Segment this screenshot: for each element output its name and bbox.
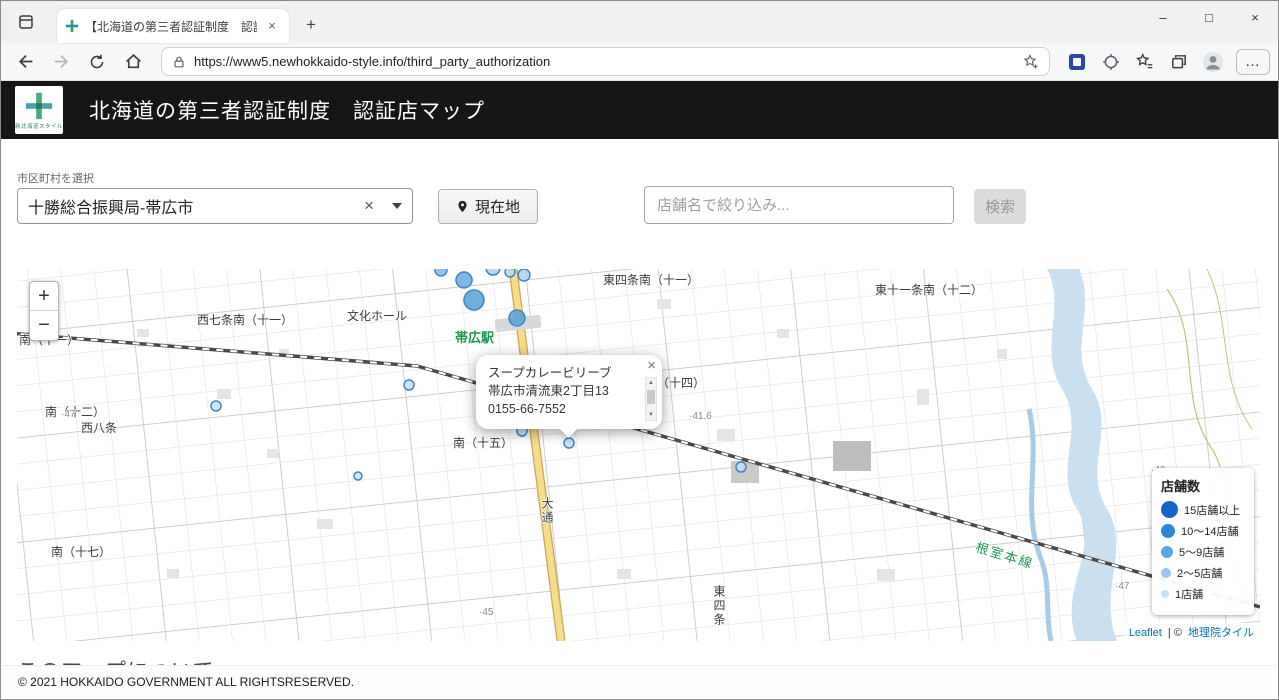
store-marker[interactable] bbox=[517, 269, 531, 282]
legend-title: 店舗数 bbox=[1161, 479, 1201, 494]
location-pin-icon bbox=[458, 200, 467, 213]
store-count-legend: 店舗数 15店舗以上 10〜14店舗 5〜9店舗 2〜5店舗 1店舗 bbox=[1152, 468, 1254, 615]
zoom-out-button[interactable]: − bbox=[30, 311, 58, 340]
store-marker[interactable] bbox=[210, 400, 222, 412]
new-tab-button[interactable]: + bbox=[299, 13, 323, 37]
legend-dot-icon bbox=[1161, 590, 1169, 598]
popup-store-name: スープカレービリーブ bbox=[488, 366, 612, 380]
url-text: https://www5.newhokkaido-style.info/thir… bbox=[194, 54, 551, 69]
store-marker[interactable] bbox=[563, 437, 575, 449]
forward-icon[interactable] bbox=[45, 47, 77, 77]
store-marker[interactable] bbox=[504, 269, 516, 278]
collections-icon[interactable] bbox=[1164, 47, 1194, 77]
store-marker[interactable] bbox=[403, 379, 415, 391]
legend-label: 2〜5店舗 bbox=[1177, 568, 1223, 580]
store-marker[interactable] bbox=[463, 289, 485, 311]
legend-label: 5〜9店舗 bbox=[1179, 547, 1225, 559]
map-tile-layer bbox=[17, 269, 1260, 641]
add-favorite-icon[interactable] bbox=[1023, 53, 1039, 70]
tab-actions-icon[interactable] bbox=[15, 12, 37, 32]
popup-close-icon[interactable]: × bbox=[647, 358, 656, 373]
store-marker[interactable] bbox=[508, 309, 526, 327]
municipality-select-group: 市区町村を選択 十勝総合振興局-帯広市 × bbox=[17, 170, 413, 224]
popup-scrollbar[interactable]: ▲ ▼ bbox=[645, 377, 657, 421]
extension-gray-icon[interactable] bbox=[1096, 47, 1126, 77]
municipality-select-label: 市区町村を選択 bbox=[17, 173, 94, 185]
browser-tab[interactable]: 【北海道の第三者認証制度 認証 × bbox=[57, 9, 289, 43]
tab-title: 【北海道の第三者認証制度 認証 bbox=[85, 19, 257, 34]
legend-item: 5〜9店舗 bbox=[1161, 544, 1245, 560]
page-title: 北海道の第三者認証制度 認証店マップ bbox=[89, 100, 485, 123]
current-location-button[interactable]: 現在地 bbox=[438, 189, 538, 224]
profile-avatar[interactable] bbox=[1198, 47, 1228, 77]
municipality-select[interactable]: 十勝総合振興局-帯広市 × bbox=[17, 188, 413, 224]
store-marker[interactable] bbox=[455, 271, 473, 289]
address-bar[interactable]: https://www5.newhokkaido-style.info/thir… bbox=[161, 47, 1050, 76]
zoom-control: + − bbox=[29, 281, 59, 341]
map-controls: 市区町村を選択 十勝総合振興局-帯広市 × 現在地 検索 bbox=[1, 139, 1278, 224]
clear-icon[interactable]: × bbox=[354, 196, 384, 216]
extension-blue-icon[interactable] bbox=[1062, 47, 1092, 77]
zoom-in-button[interactable]: + bbox=[30, 282, 58, 311]
scroll-up-icon[interactable]: ▲ bbox=[648, 378, 654, 388]
legend-label: 15店舗以上 bbox=[1184, 504, 1241, 517]
logo-text: 新北海道スタイル bbox=[15, 123, 64, 130]
legend-dot-icon bbox=[1161, 524, 1175, 538]
scroll-down-icon[interactable]: ▼ bbox=[648, 410, 654, 420]
leaflet-link[interactable]: Leaflet bbox=[1129, 627, 1162, 639]
logo-cross-icon bbox=[25, 92, 53, 119]
browser-navbar: https://www5.newhokkaido-style.info/thir… bbox=[1, 43, 1278, 81]
legend-label: 1店舗 bbox=[1175, 589, 1204, 601]
popup-store-address: 帯広市清流東2丁目13 bbox=[488, 384, 609, 399]
scrollbar-thumb[interactable] bbox=[647, 390, 655, 404]
browser-titlebar: 【北海道の第三者認証制度 認証 × + – □ × bbox=[1, 1, 1278, 43]
window-controls: – □ × bbox=[1140, 1, 1278, 33]
popup-store-phone: 0155-66-7552 bbox=[488, 402, 566, 417]
lock-icon bbox=[174, 56, 184, 67]
legend-item: 10〜14店舗 bbox=[1161, 523, 1245, 539]
store-marker[interactable] bbox=[735, 461, 747, 473]
close-button[interactable]: × bbox=[1232, 1, 1278, 33]
legend-items: 15店舗以上 10〜14店舗 5〜9店舗 2〜5店舗 1店舗 bbox=[1161, 501, 1245, 602]
search-button[interactable]: 検索 bbox=[974, 189, 1026, 224]
store-marker[interactable] bbox=[353, 471, 363, 481]
tab-close-icon[interactable]: × bbox=[263, 17, 281, 35]
legend-dot-icon bbox=[1161, 546, 1173, 558]
legend-dot-icon bbox=[1161, 501, 1178, 518]
attribution-separator: | © bbox=[1167, 627, 1182, 639]
page-footer: © 2021 HOKKAIDO GOVERNMENT ALL RIGHTSRES… bbox=[2, 665, 1277, 698]
store-marker[interactable] bbox=[434, 269, 448, 277]
municipality-select-value: 十勝総合振興局-帯広市 bbox=[28, 200, 194, 217]
map-attribution: Leaflet | © 地理院タイル bbox=[1122, 623, 1260, 641]
refresh-icon[interactable] bbox=[81, 47, 113, 77]
maximize-button[interactable]: □ bbox=[1186, 1, 1232, 33]
settings-more-button[interactable]: … bbox=[1236, 48, 1270, 75]
legend-item: 1店舗 bbox=[1161, 586, 1245, 602]
current-location-label: 現在地 bbox=[474, 199, 520, 216]
site-logo: 新北海道スタイル bbox=[15, 86, 63, 134]
tab-favicon bbox=[65, 19, 79, 33]
leaflet-map[interactable]: 東四条南（十一）東十一条南（十二）西七条南（十一）文化ホール帯広駅南（十一）南（… bbox=[17, 269, 1260, 641]
home-icon[interactable] bbox=[117, 47, 149, 77]
store-filter-input[interactable] bbox=[644, 186, 954, 224]
legend-dot-icon bbox=[1161, 568, 1171, 578]
legend-label: 10〜14店舗 bbox=[1181, 526, 1239, 538]
minimize-button[interactable]: – bbox=[1140, 1, 1186, 33]
legend-item: 15店舗以上 bbox=[1161, 501, 1245, 518]
back-icon[interactable] bbox=[9, 47, 41, 77]
site-header: 新北海道スタイル 北海道の第三者認証制度 認証店マップ bbox=[1, 81, 1278, 139]
chevron-down-icon[interactable] bbox=[392, 203, 402, 209]
gsi-tiles-link[interactable]: 地理院タイル bbox=[1188, 627, 1254, 639]
favorites-hub-icon[interactable] bbox=[1130, 47, 1160, 77]
legend-item: 2〜5店舗 bbox=[1161, 565, 1245, 581]
copyright-text: © 2021 HOKKAIDO GOVERNMENT ALL RIGHTSRES… bbox=[18, 675, 355, 689]
store-popup: スープカレービリーブ 帯広市清流東2丁目13 0155-66-7552 × ▲ … bbox=[476, 355, 662, 438]
